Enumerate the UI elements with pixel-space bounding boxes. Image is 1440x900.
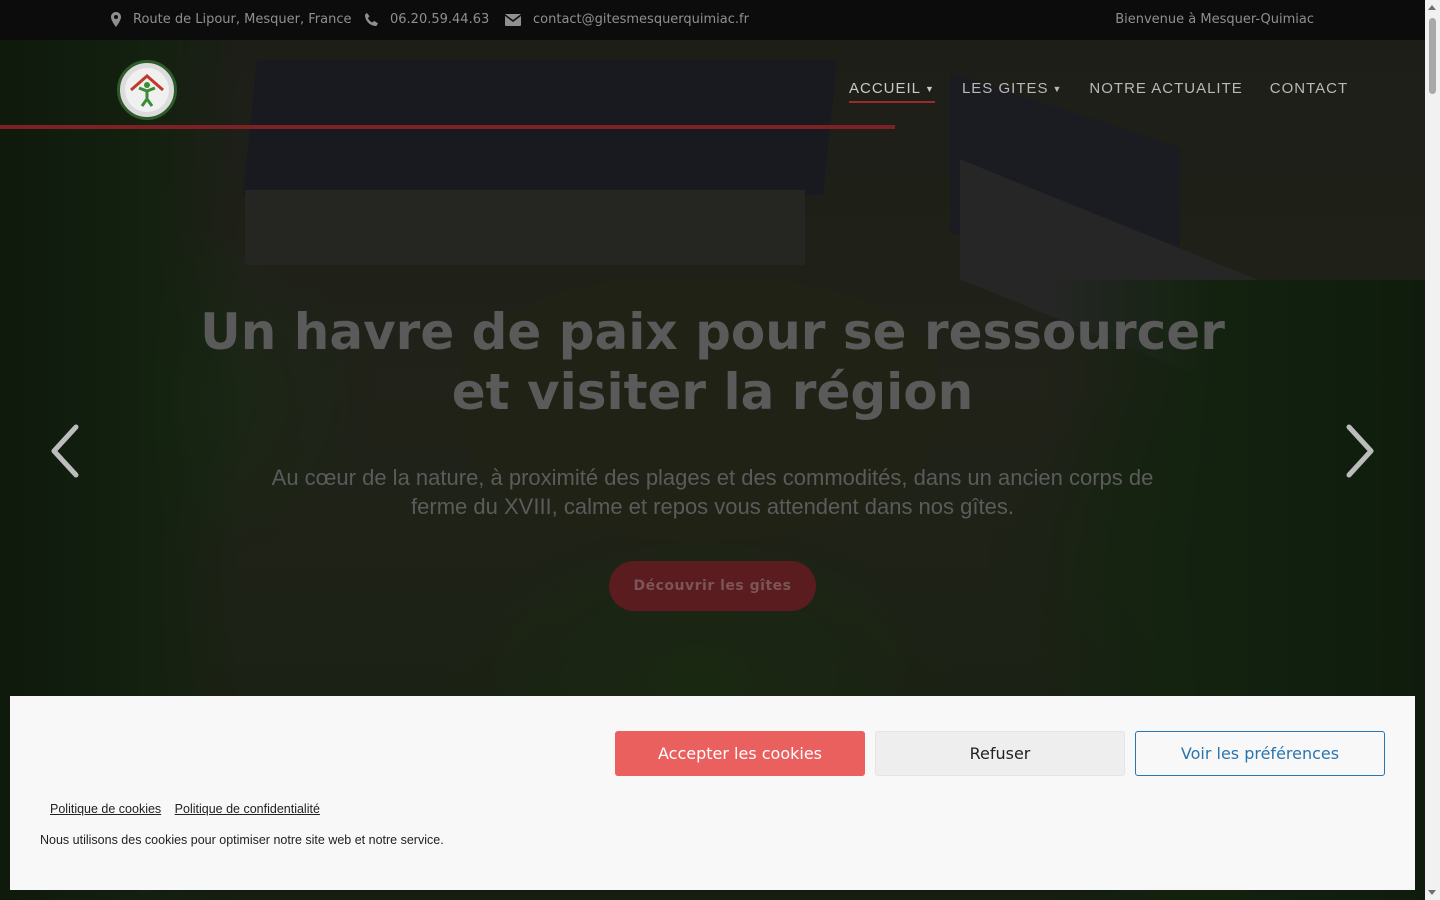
- hero-subtitle-line: ferme du XVIII, calme et repos vous atte…: [411, 494, 1014, 519]
- hero-title-line: Un havre de paix pour se ressourcer: [200, 303, 1225, 361]
- discover-gites-button[interactable]: Découvrir les gîtes: [609, 561, 816, 611]
- phone-icon: [365, 12, 378, 26]
- cookie-message: Nous utilisons des cookies pour optimise…: [40, 833, 444, 847]
- hero-subtitle-line: Au cœur de la nature, à proximité des pl…: [271, 465, 1154, 490]
- cookie-policy-links: Politique de cookies Politique de confid…: [50, 802, 330, 816]
- scroll-down-icon[interactable]: [1428, 890, 1436, 895]
- email-text[interactable]: contact@gitesmesquerquimiac.fr: [533, 12, 749, 27]
- top-info-bar: Route de Lipour, Mesquer, France 06.20.5…: [0, 0, 1425, 40]
- hero-title: Un havre de paix pour se ressourcer et v…: [200, 302, 1225, 422]
- cookie-banner: Accepter les cookies Refuser Voir les pr…: [10, 696, 1415, 890]
- privacy-policy-link[interactable]: Politique de confidentialité: [175, 802, 320, 816]
- hero-subtitle: Au cœur de la nature, à proximité des pl…: [230, 463, 1195, 521]
- hero-title-line: et visiter la région: [451, 363, 974, 421]
- nav-item-label: CONTACT: [1269, 80, 1349, 97]
- caret-down-icon: ▼: [1052, 83, 1063, 94]
- chevron-left-icon[interactable]: [46, 423, 86, 479]
- page-scrollbar[interactable]: [1425, 0, 1440, 900]
- nav-item-label: ACCUEIL: [849, 80, 922, 97]
- address-text: Route de Lipour, Mesquer, France: [133, 12, 352, 27]
- nav-item-les-gites[interactable]: LES GITES ▼: [962, 80, 1062, 97]
- envelope-icon: [505, 13, 521, 26]
- welcome-text: Bienvenue à Mesquer-Quimiac: [1115, 12, 1314, 27]
- cookie-policy-link[interactable]: Politique de cookies: [50, 802, 161, 816]
- refuse-cookies-button[interactable]: Refuser: [875, 731, 1125, 776]
- logo-figure-icon: [130, 74, 164, 107]
- nav-item-label: LES GITES: [961, 80, 1049, 97]
- view-preferences-button[interactable]: Voir les préférences: [1135, 731, 1385, 776]
- nav-item-label: NOTRE ACTUALITE: [1089, 80, 1243, 97]
- nav-item-accueil[interactable]: ACCUEIL ▼: [849, 80, 935, 103]
- map-marker-icon: [111, 12, 121, 27]
- caret-down-icon: ▼: [925, 83, 935, 94]
- address-item: Route de Lipour, Mesquer, France: [111, 12, 351, 27]
- gites-de-france-logo[interactable]: [117, 60, 177, 120]
- accept-cookies-button[interactable]: Accepter les cookies: [615, 731, 865, 776]
- chevron-right-icon[interactable]: [1339, 423, 1379, 479]
- scrollbar-thumb[interactable]: [1429, 18, 1436, 94]
- phone-item[interactable]: 06.20.59.44.63: [364, 12, 489, 27]
- nav-item-notre-actualite[interactable]: NOTRE ACTUALITE: [1089, 80, 1242, 97]
- header-accent-line: [0, 125, 895, 129]
- main-nav: ACCUEIL ▼ LES GITES ▼ NOTRE ACTUALITE CO…: [849, 80, 1348, 103]
- nav-item-contact[interactable]: CONTACT: [1270, 80, 1348, 97]
- scroll-up-icon[interactable]: [1428, 5, 1436, 10]
- logo-inner: [125, 68, 169, 112]
- phone-text[interactable]: 06.20.59.44.63: [390, 12, 489, 27]
- email-item[interactable]: contact@gitesmesquerquimiac.fr: [505, 12, 749, 27]
